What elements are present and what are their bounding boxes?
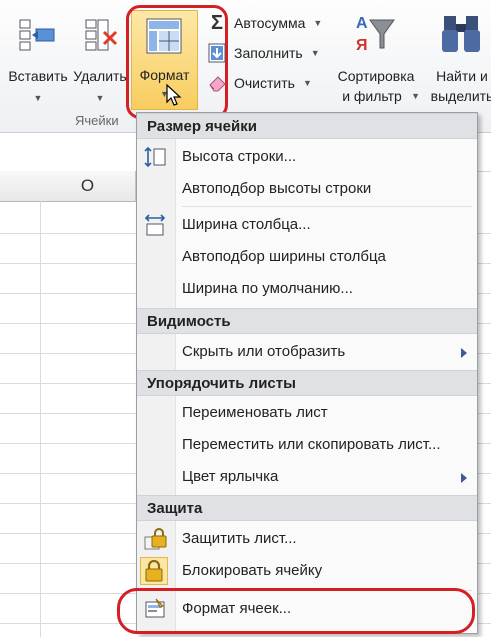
svg-text:Я: Я	[356, 37, 368, 54]
menu-item-protect-sheet[interactable]: Защитить лист...	[137, 523, 477, 555]
menu-item-tab-color[interactable]: Цвет ярлычка	[137, 461, 477, 493]
autosum-label: Автосумма	[234, 15, 306, 31]
menu-item-move-copy-sheet[interactable]: Переместить или скопировать лист...	[137, 429, 477, 461]
clear-button[interactable]: Очистить ▼	[206, 72, 312, 94]
column-header-blank[interactable]	[0, 171, 41, 202]
menu-item-label: Переместить или скопировать лист...	[182, 436, 441, 453]
svg-text:A: A	[356, 15, 368, 32]
eraser-icon	[209, 76, 226, 92]
chevron-down-icon: ▼	[95, 93, 105, 103]
find-select-label-1: Найти и	[436, 68, 488, 84]
section-cell-size: Размер ячейки	[137, 113, 477, 139]
clear-label: Очистить	[234, 75, 295, 91]
menu-item-label: Ширина по умолчанию...	[182, 280, 353, 297]
chevron-down-icon: ▼	[302, 78, 312, 88]
row-height-icon	[144, 146, 166, 168]
menu-item-label: Ширина столбца...	[182, 216, 311, 233]
section-protection: Защита	[137, 495, 477, 521]
fill-button[interactable]: Заполнить ▼	[206, 42, 320, 64]
section-organize-sheets: Упорядочить листы	[137, 370, 477, 396]
insert-button[interactable]: Вставить ▼	[4, 10, 72, 108]
autosum-button[interactable]: Σ Автосумма ▼	[206, 12, 322, 34]
binoculars-icon	[442, 16, 480, 52]
menu-item-rename-sheet[interactable]: Переименовать лист	[137, 397, 477, 429]
submenu-arrow-icon	[461, 348, 467, 358]
menu-item-label: Блокировать ячейку	[182, 562, 323, 579]
menu-item-label: Переименовать лист	[182, 404, 328, 421]
menu-item-row-height[interactable]: Высота строки...	[137, 141, 477, 173]
sort-filter-icon: A Я	[356, 15, 395, 54]
delete-button[interactable]: Удалить ▼	[72, 10, 128, 108]
menu-item-column-width[interactable]: Ширина столбца...	[137, 209, 477, 241]
menu-separator	[182, 206, 472, 207]
chevron-down-icon: ▼	[310, 48, 320, 58]
chevron-down-icon: ▼	[411, 91, 420, 101]
sort-filter-button[interactable]: A Я Сортировка и фильтр ▼	[330, 10, 422, 108]
group-label-cells: Ячейки	[75, 113, 119, 128]
find-select-button[interactable]: Найти и выделить	[422, 10, 491, 108]
menu-item-autofit-column[interactable]: Автоподбор ширины столбца	[137, 241, 477, 273]
menu-item-label: Автоподбор ширины столбца	[182, 248, 386, 265]
menu-item-default-width[interactable]: Ширина по умолчанию...	[137, 273, 477, 305]
gridline	[40, 201, 41, 637]
insert-cells-icon	[19, 19, 55, 51]
menu-item-hide-show[interactable]: Скрыть или отобразить	[137, 336, 477, 368]
delete-label: Удалить	[73, 68, 127, 84]
menu-item-label: Скрыть или отобразить	[182, 343, 346, 360]
find-select-label-2: выделить	[430, 88, 491, 104]
sort-filter-label-1: Сортировка	[337, 68, 415, 84]
sort-filter-label-2: и фильтр	[342, 88, 402, 104]
chevron-down-icon: ▼	[313, 18, 323, 28]
menu-item-label: Автоподбор высоты строки	[182, 180, 372, 197]
menu-item-lock-cell[interactable]: Блокировать ячейку	[137, 555, 477, 587]
column-width-icon	[144, 214, 166, 236]
lock-sheet-icon	[144, 528, 167, 550]
fill-label: Заполнить	[234, 45, 303, 61]
menu-item-label: Цвет ярлычка	[182, 468, 279, 485]
highlight-ring-format-cells	[117, 588, 475, 634]
chevron-down-icon: ▼	[33, 93, 43, 103]
section-visibility: Видимость	[137, 308, 477, 334]
submenu-arrow-icon	[461, 473, 467, 483]
menu-item-autofit-row[interactable]: Автоподбор высоты строки	[137, 173, 477, 205]
format-dropdown-menu: Размер ячейки Высота строки... Автоподбо…	[136, 112, 478, 634]
delete-cells-icon	[85, 19, 118, 51]
fill-down-icon	[208, 43, 226, 63]
column-header-o[interactable]: O	[40, 171, 136, 202]
lock-icon	[145, 559, 163, 582]
menu-item-label: Защитить лист...	[182, 530, 297, 547]
insert-label: Вставить	[8, 68, 68, 84]
sigma-icon: Σ	[210, 11, 223, 34]
menu-item-label: Высота строки...	[182, 148, 297, 165]
